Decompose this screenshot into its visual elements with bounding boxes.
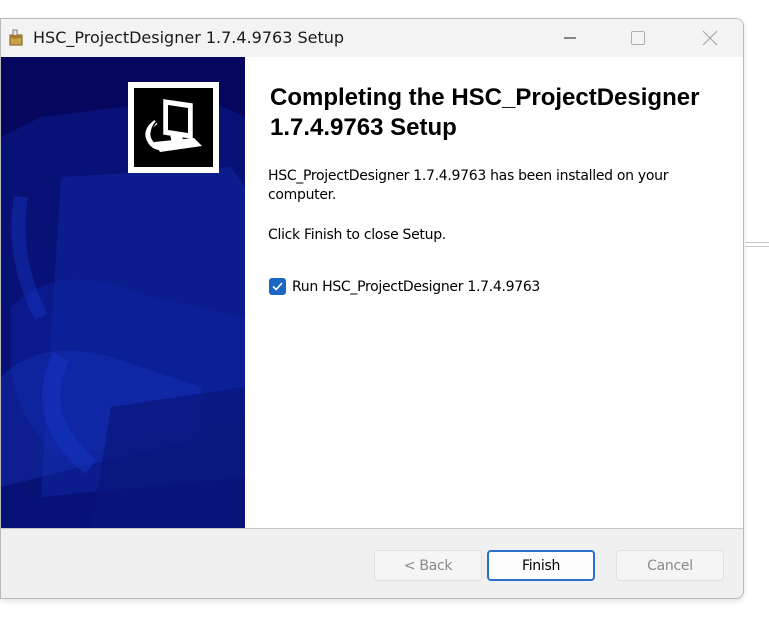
wizard-content-panel: Completing the HSC_ProjectDesigner 1.7.4… xyxy=(245,57,743,528)
finish-button[interactable]: Finish xyxy=(487,550,595,581)
close-icon xyxy=(702,30,718,46)
maximize-icon xyxy=(631,31,645,45)
run-app-option[interactable]: Run HSC_ProjectDesigner 1.7.4.9763 xyxy=(269,278,540,295)
wizard-sidebar-banner xyxy=(1,57,245,528)
computer-installer-icon xyxy=(134,88,213,167)
close-button[interactable] xyxy=(687,19,733,57)
minimize-button[interactable] xyxy=(547,19,593,57)
run-app-checkbox[interactable] xyxy=(269,278,286,295)
page-heading: Completing the HSC_ProjectDesigner 1.7.4… xyxy=(270,84,700,141)
installer-box-icon xyxy=(9,29,23,46)
back-button[interactable]: < Back xyxy=(374,550,482,581)
background-window-edge xyxy=(745,242,769,247)
minimize-icon xyxy=(564,37,576,39)
title-bar[interactable]: HSC_ProjectDesigner 1.7.4.9763 Setup xyxy=(1,19,743,57)
run-app-label[interactable]: Run HSC_ProjectDesigner 1.7.4.9763 xyxy=(292,279,540,295)
maximize-button[interactable] xyxy=(615,19,661,57)
cancel-button[interactable]: Cancel xyxy=(616,550,724,581)
installed-message: HSC_ProjectDesigner 1.7.4.9763 has been … xyxy=(268,168,669,203)
setup-window: HSC_ProjectDesigner 1.7.4.9763 Setup Com… xyxy=(0,18,744,599)
footer-divider xyxy=(1,528,743,529)
checkmark-icon xyxy=(272,282,283,291)
window-title: HSC_ProjectDesigner 1.7.4.9763 Setup xyxy=(33,28,345,47)
installer-logo xyxy=(128,82,219,173)
finish-instruction: Click Finish to close Setup. xyxy=(268,227,446,243)
